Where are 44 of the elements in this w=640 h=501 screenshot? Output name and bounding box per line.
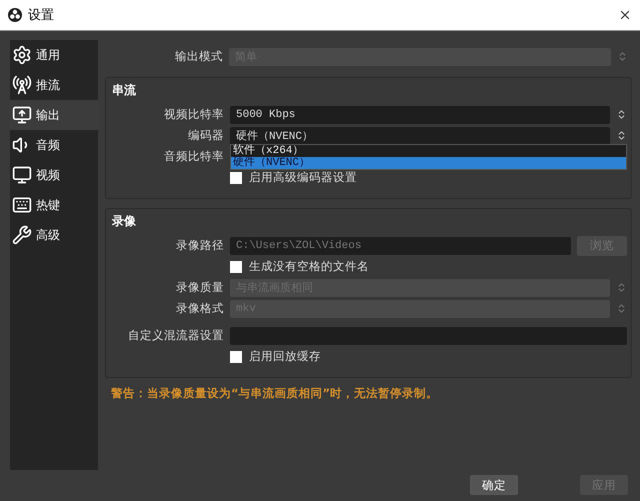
field-label: 输出模式 bbox=[174, 49, 223, 64]
field-label: 录像质量 bbox=[175, 280, 224, 295]
sidebar-item[interactable]: 音频 bbox=[10, 130, 98, 160]
app-logo-icon bbox=[8, 8, 22, 22]
field-label: 音频比特率 bbox=[163, 149, 224, 164]
gear-icon bbox=[12, 45, 32, 65]
group-title: 录像 bbox=[111, 213, 137, 230]
stepper-icon bbox=[616, 303, 627, 314]
sidebar-item[interactable]: 通用 bbox=[10, 40, 98, 70]
sidebar-item[interactable]: 热键 bbox=[10, 190, 98, 220]
sidebar-item[interactable]: 推流 bbox=[10, 70, 98, 100]
spin-field[interactable]: 5000 Kbps bbox=[230, 106, 610, 124]
checkbox-label: 生成没有空格的文件名 bbox=[249, 259, 369, 274]
dialog-button[interactable]: 确定 bbox=[470, 475, 518, 495]
field-label: 编码器 bbox=[187, 128, 224, 143]
stepper-icon bbox=[617, 51, 628, 62]
checkbox[interactable] bbox=[230, 350, 242, 362]
sidebar-item[interactable]: 高级 bbox=[10, 220, 98, 250]
field-label: 自定义混流器设置 bbox=[127, 328, 224, 343]
wrench-icon bbox=[12, 225, 32, 245]
field-label: 录像路径 bbox=[175, 238, 224, 253]
sidebar-item[interactable]: 输出 bbox=[10, 100, 98, 130]
field-label: 视频比特率 bbox=[163, 107, 224, 122]
checkbox[interactable] bbox=[230, 260, 242, 272]
monitor-icon bbox=[12, 165, 32, 185]
stepper-icon bbox=[616, 282, 627, 293]
window-title: 设置 bbox=[28, 7, 55, 24]
warning-text: 警告：当录像质量设为“与串流画质相同”时，无法暂停录制。 bbox=[110, 386, 440, 401]
close-icon[interactable] bbox=[618, 8, 632, 22]
stepper-icon bbox=[616, 130, 627, 141]
sidebar-item[interactable]: 视频 bbox=[10, 160, 98, 190]
keyboard-icon bbox=[12, 195, 32, 215]
antenna-icon bbox=[12, 75, 32, 95]
checkbox-label: 启用高级编码器设置 bbox=[249, 170, 357, 185]
monitor-arrow-icon bbox=[12, 105, 32, 125]
stepper-icon bbox=[616, 109, 627, 120]
field-label: 录像格式 bbox=[175, 301, 224, 316]
input-field[interactable] bbox=[230, 326, 627, 344]
dropdown[interactable]: 硬件（NVENC） bbox=[230, 126, 610, 144]
checkbox[interactable] bbox=[230, 172, 242, 184]
dropdown-option[interactable]: 软件（x264） bbox=[231, 145, 626, 157]
checkbox-label: 启用回放缓存 bbox=[249, 349, 321, 364]
dropdown-option[interactable]: 硬件（NVENC） bbox=[231, 157, 626, 169]
group-title: 串流 bbox=[111, 82, 137, 99]
